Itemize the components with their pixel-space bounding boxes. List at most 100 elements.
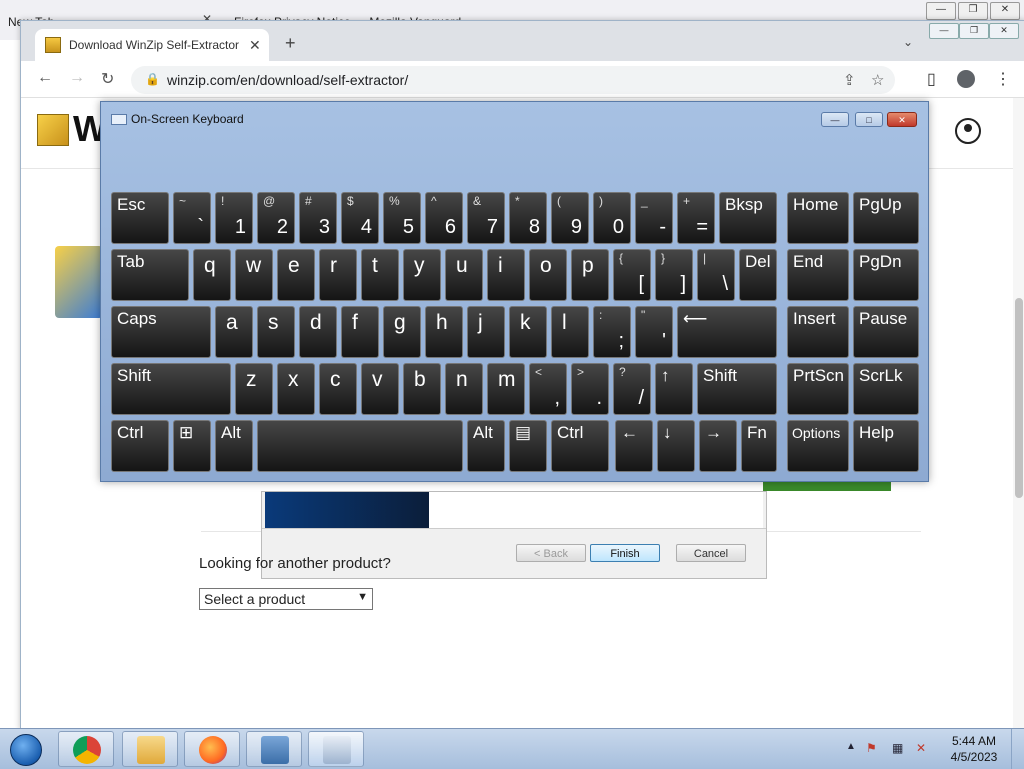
share-icon[interactable]: ⇪ [843, 71, 856, 89]
key-scrlk[interactable]: ScrLk [853, 363, 919, 415]
key-rshift[interactable]: Shift [697, 363, 777, 415]
key-rctrl[interactable]: Ctrl [551, 420, 609, 472]
key-v[interactable]: v [361, 363, 399, 415]
tab-winzip-download[interactable]: Download WinZip Self-Extractor ✕ [35, 29, 269, 61]
key-up[interactable]: ↑ [655, 363, 693, 415]
system-clock[interactable]: 5:44 AM 4/5/2023 [944, 733, 1004, 765]
key-bksp[interactable]: Bksp [719, 192, 777, 244]
show-desktop-button[interactable] [1011, 729, 1024, 769]
restore-button[interactable]: ❐ [959, 23, 989, 39]
bookmark-star-icon[interactable]: ☆ [871, 71, 884, 89]
key-5[interactable]: % 5 [383, 192, 421, 244]
finish-button[interactable]: Finish [590, 544, 660, 562]
close-button[interactable]: ✕ [887, 112, 917, 127]
key-w[interactable]: w [235, 249, 273, 301]
key-3[interactable]: #3 [299, 192, 337, 244]
key-caps[interactable]: Caps [111, 306, 211, 358]
key-q[interactable]: q [193, 249, 231, 301]
key-6[interactable]: ^ 6 [425, 192, 463, 244]
key-g[interactable]: g [383, 306, 421, 358]
taskbar-on-screen-keyboard[interactable] [308, 731, 364, 767]
product-select[interactable]: Select a product ▼ [199, 588, 373, 610]
taskbar-chrome[interactable] [58, 731, 114, 767]
key-o[interactable]: o [529, 249, 567, 301]
key-pgdn[interactable]: PgDn [853, 249, 919, 301]
profile-avatar-icon[interactable] [957, 70, 975, 88]
close-tab-icon[interactable]: ✕ [249, 37, 261, 54]
taskbar-firefox[interactable] [184, 731, 240, 767]
forward-arrow-icon[interactable]: → [69, 69, 85, 87]
taskbar-network-setup[interactable] [246, 731, 302, 767]
maximize-button[interactable]: □ [855, 112, 883, 127]
page-scrollbar[interactable] [1013, 98, 1024, 728]
key-semicolon[interactable]: :; [593, 306, 631, 358]
reload-icon[interactable]: ↻ [101, 69, 114, 89]
key-enter[interactable]: ⟵ [677, 306, 777, 358]
key-a[interactable]: a [215, 306, 253, 358]
key-l[interactable]: l [551, 306, 589, 358]
close-button[interactable]: ✕ [990, 2, 1020, 20]
key-pause[interactable]: Pause [853, 306, 919, 358]
key-d[interactable]: d [299, 306, 337, 358]
account-icon[interactable] [955, 118, 981, 144]
winzip-logo-icon[interactable] [37, 114, 69, 146]
key-comma[interactable]: <, [529, 363, 567, 415]
address-bar[interactable]: 🔒 winzip.com/en/download/self-extractor/… [131, 66, 895, 94]
key-h[interactable]: h [425, 306, 463, 358]
key-end[interactable]: End [787, 249, 849, 301]
key-u[interactable]: u [445, 249, 483, 301]
url-text[interactable]: winzip.com/en/download/self-extractor/ [167, 72, 408, 88]
action-center-flag-icon[interactable]: ⚑ [866, 741, 880, 755]
start-button[interactable] [4, 732, 46, 766]
key-equals[interactable]: + = [677, 192, 715, 244]
minimize-button[interactable]: — [821, 112, 849, 127]
taskbar-file-explorer[interactable] [122, 731, 178, 767]
key-left[interactable]: ← [615, 420, 653, 472]
key-e[interactable]: e [277, 249, 315, 301]
show-hidden-icons-icon[interactable]: ▲ [846, 741, 856, 752]
restore-button[interactable]: ❐ [958, 2, 988, 20]
key-p[interactable]: p [571, 249, 609, 301]
key-quote[interactable]: " ' [635, 306, 673, 358]
download-button-edge[interactable] [763, 481, 891, 491]
network-icon[interactable]: ▦ [892, 741, 906, 755]
key-f[interactable]: f [341, 306, 379, 358]
key-period[interactable]: >. [571, 363, 609, 415]
key-j[interactable]: j [467, 306, 505, 358]
key-tab[interactable]: Tab [111, 249, 189, 301]
key-home[interactable]: Home [787, 192, 849, 244]
key-y[interactable]: y [403, 249, 441, 301]
key-right[interactable]: → [699, 420, 737, 472]
key-1[interactable]: ! 1 [215, 192, 253, 244]
key-backslash[interactable]: | \ [697, 249, 735, 301]
key-fn[interactable]: Fn [741, 420, 777, 472]
chevron-down-icon[interactable]: ⌄ [903, 35, 913, 49]
key-m[interactable]: m [487, 363, 525, 415]
key-s[interactable]: s [257, 306, 295, 358]
key-0[interactable]: ) 0 [593, 192, 631, 244]
key-ralt[interactable]: Alt [467, 420, 505, 472]
key-t[interactable]: t [361, 249, 399, 301]
key-options[interactable]: Options [787, 420, 849, 472]
back-button[interactable]: < Back [516, 544, 586, 562]
key-insert[interactable]: Insert [787, 306, 849, 358]
key-4[interactable]: $4 [341, 192, 379, 244]
key-c[interactable]: c [319, 363, 357, 415]
key-backtick[interactable]: ~ ` [173, 192, 211, 244]
key-esc[interactable]: Esc [111, 192, 169, 244]
close-button[interactable]: ✕ [989, 23, 1019, 39]
key-9[interactable]: (9 [551, 192, 589, 244]
minimize-button[interactable]: — [929, 23, 959, 39]
key-b[interactable]: b [403, 363, 441, 415]
key-lctrl[interactable]: Ctrl [111, 420, 169, 472]
kebab-menu-icon[interactable]: ⋮ [995, 69, 1011, 89]
volume-muted-icon[interactable]: ✕ [916, 741, 930, 755]
key-help[interactable]: Help [853, 420, 919, 472]
minimize-button[interactable]: — [926, 2, 956, 20]
key-space[interactable] [257, 420, 463, 472]
back-arrow-icon[interactable]: ← [37, 69, 53, 87]
key-7[interactable]: & 7 [467, 192, 505, 244]
key-8[interactable]: * 8 [509, 192, 547, 244]
new-tab-icon[interactable]: + [285, 33, 296, 54]
key-rbracket[interactable]: }] [655, 249, 693, 301]
